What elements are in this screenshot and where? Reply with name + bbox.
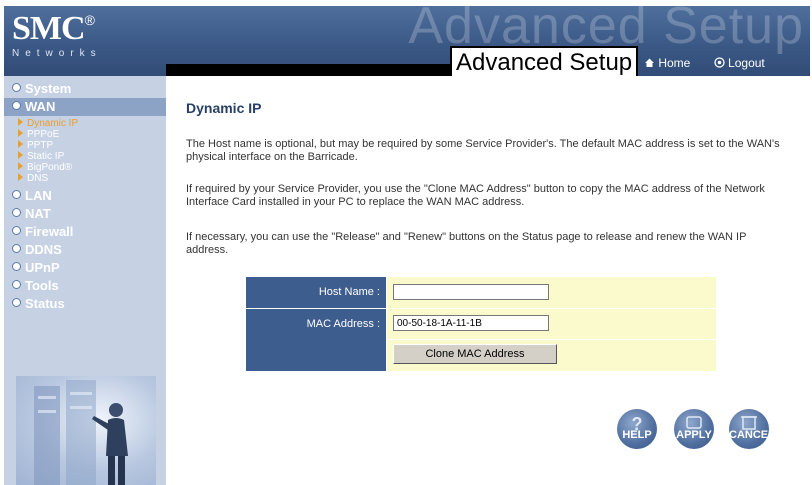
cancel-button[interactable]: CANCEL [729,409,775,449]
cancel-label: CANCEL [729,429,775,441]
sidebar-item-system[interactable]: System [4,80,166,98]
sidebar-item-label: UPnP [25,260,60,275]
arrow-right-icon [18,140,23,148]
sidebar-subitem-dns[interactable]: DNS [4,173,166,184]
bullet-icon [12,101,21,110]
description-paragraph: If required by your Service Provider, yo… [186,183,765,208]
mac-address-label: MAC Address : [246,309,386,371]
sidebar-item-label: WAN [25,99,56,114]
sidebar-item-lan[interactable]: LAN [4,187,166,205]
main-content: Dynamic IP The Host name is optional, bu… [166,76,812,485]
host-name-input[interactable] [393,284,549,300]
host-name-row: Host Name : [246,277,716,308]
header-banner: SMC® Networks Advanced Setup Advanced Se… [4,6,810,76]
mac-address-cell [387,309,716,339]
sidebar-item-tools[interactable]: Tools [4,277,166,295]
logo-text: SMC [12,10,86,47]
mac-address-input[interactable] [393,315,549,331]
sidebar-item-wan[interactable]: WAN [4,98,166,116]
sidebar-subitem-bigpond[interactable]: BigPond® [4,162,166,173]
header-bar [166,64,454,76]
bullet-icon [12,226,21,235]
bullet-icon [12,190,21,199]
bullet-icon [12,298,21,307]
clone-button-cell: Clone MAC Address [387,340,716,371]
logo-subtitle: Networks [12,48,102,59]
arrow-right-icon [18,129,23,137]
logout-link[interactable]: Logout [714,56,775,70]
sidebar-item-label: LAN [25,188,52,203]
bullet-icon [12,280,21,289]
arrow-right-icon [18,162,23,170]
description-paragraph: The Host name is optional, but may be re… [186,138,780,163]
sidebar: System WAN Dynamic IP PPPoE PPTP Static … [4,76,166,485]
host-name-cell [387,277,716,308]
sidebar-item-upnp[interactable]: UPnP [4,259,166,277]
home-icon [645,58,654,67]
sidebar-subitem-label: BigPond® [27,162,73,173]
sidebar-item-nat[interactable]: NAT [4,205,166,223]
logo-registered: ® [84,12,95,28]
mac-address-row: MAC Address : Clone MAC Address [246,309,716,371]
top-links: Home Logout [644,56,785,70]
sidebar-item-label: DDNS [25,242,62,257]
sidebar-item-status[interactable]: Status [4,295,166,313]
sidebar-item-label: NAT [25,206,51,221]
wan-settings-form: Host Name : MAC Address : Clone MAC Addr… [246,277,716,371]
bullet-icon [12,262,21,271]
sidebar-subitem-label: PPPoE [27,129,60,140]
sidebar-subitem-label: PPTP [27,140,54,151]
sidebar-subitem-label: Static IP [27,151,65,162]
arrow-right-icon [18,118,23,126]
bullet-icon [12,83,21,92]
sidebar-subitem-static-ip[interactable]: Static IP [4,151,166,162]
smc-logo: SMC® Networks [12,10,102,60]
sidebar-subitem-dynamic-ip[interactable]: Dynamic IP [4,118,166,129]
person-at-server-illustration [34,380,128,485]
decorative-photo [16,376,156,485]
logout-icon [714,57,725,68]
sidebar-item-ddns[interactable]: DDNS [4,241,166,259]
arrow-right-icon [18,151,23,159]
page-heading: Advanced Setup [450,46,639,76]
bullet-icon [12,208,21,217]
sidebar-item-firewall[interactable]: Firewall [4,223,166,241]
help-label: HELP [622,429,652,441]
sidebar-subitem-label: DNS [27,173,49,184]
help-button[interactable]: ? HELP [617,409,657,449]
sidebar-subitem-label: Dynamic IP [27,118,79,129]
home-link[interactable]: Home [644,56,704,70]
sidebar-subitem-pppoe[interactable]: PPPoE [4,129,166,140]
arrow-right-icon [18,173,23,181]
sidebar-item-label: Status [25,296,65,311]
sidebar-item-label: Tools [25,278,59,293]
description-paragraph: If necessary, you can use the "Release" … [186,231,747,256]
sidebar-item-label: System [25,81,72,96]
apply-label: APPLY [676,429,712,441]
host-name-label: Host Name : [246,277,386,308]
apply-button[interactable]: APPLY [674,409,714,449]
logout-link-label: Logout [728,56,765,70]
bullet-icon [12,244,21,253]
page-title: Dynamic IP [186,100,262,116]
home-link-label: Home [658,56,691,70]
clone-mac-address-button[interactable]: Clone MAC Address [393,344,557,364]
sidebar-subitem-pptp[interactable]: PPTP [4,140,166,151]
sidebar-item-label: Firewall [25,224,74,239]
